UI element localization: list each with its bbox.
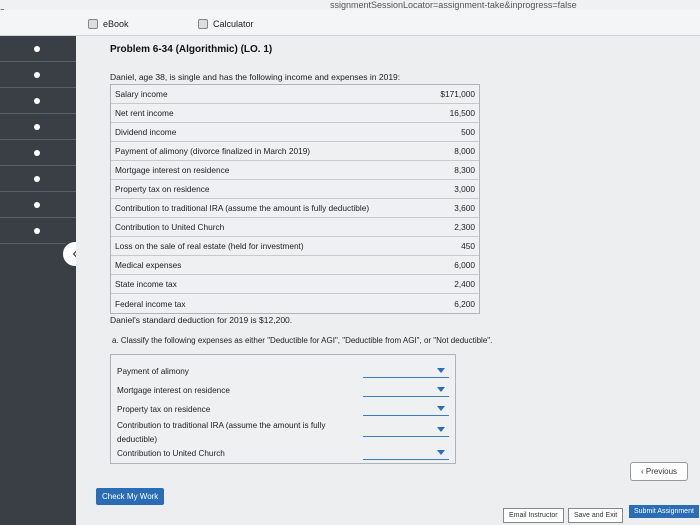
table-row: Salary income $171,000 (111, 85, 479, 104)
footer-bar: Email Instructor Save and Exit Submit As… (76, 505, 700, 525)
bullet-icon (34, 46, 40, 52)
tool-tab-bar: eBook Calculator (0, 10, 700, 36)
chevron-down-icon (437, 387, 445, 392)
item-label: Contribution to traditional IRA (assume … (115, 203, 370, 213)
item-label: Federal income tax (115, 298, 186, 309)
table-row: Contribution to United Church 2,300 (111, 218, 479, 237)
classification-dropdown[interactable] (363, 365, 449, 378)
expense-label: Contribution to traditional IRA (assume … (117, 421, 326, 444)
question-nav-sidebar (0, 36, 76, 525)
check-my-work-button[interactable]: Check My Work (96, 488, 165, 505)
item-label: Net rent income (115, 108, 174, 118)
item-amount: 450 (461, 241, 475, 251)
previous-button[interactable]: Previous (630, 462, 689, 481)
chevron-down-icon (437, 406, 445, 411)
bullet-icon (34, 150, 40, 156)
chevron-down-icon (437, 427, 445, 432)
item-amount: 2,400 (454, 279, 475, 289)
table-row: Net rent income 16,500 (111, 104, 479, 123)
bullet-icon (34, 176, 40, 182)
classification-dropdown[interactable] (363, 424, 449, 437)
item-label: Payment of alimony (divorce finalized in… (115, 146, 311, 156)
bullet-icon (34, 228, 40, 234)
problem-intro: Daniel, age 38, is single and has the fo… (110, 72, 401, 82)
expense-label: Payment of alimony (117, 367, 189, 376)
item-amount: 3,600 (454, 203, 475, 213)
table-row: Property tax on residence 3,000 (111, 180, 479, 199)
book-icon (88, 19, 98, 29)
expense-label: Contribution to United Church (117, 449, 225, 458)
bullet-icon (34, 202, 40, 208)
problem-title: Problem 6-34 (Algorithmic) (LO. 1) (110, 44, 273, 55)
browser-url-bar[interactable]: s ssignmentSessionLocator=assignment-tak… (0, 0, 700, 16)
table-row: Contribution to traditional IRA (assume … (111, 199, 479, 218)
item-amount: 6,200 (454, 298, 475, 309)
sidebar-item-1[interactable] (0, 36, 76, 62)
item-amount: 3,000 (454, 184, 475, 194)
item-amount: 2,300 (454, 222, 475, 232)
item-amount: 8,000 (454, 146, 475, 156)
chevron-down-icon (437, 450, 445, 455)
tab-calculator[interactable]: Calculator (198, 14, 254, 34)
chevron-down-icon (437, 368, 445, 373)
item-label: Salary income (115, 89, 168, 99)
sidebar-item-2[interactable] (0, 62, 76, 88)
item-label: Mortgage interest on residence (115, 165, 230, 175)
item-label: Property tax on residence (115, 184, 210, 194)
item-amount: 500 (461, 127, 475, 137)
item-label: State income tax (115, 279, 177, 289)
table-row: Payment of alimony (divorce finalized in… (111, 142, 479, 161)
expense-label: Mortgage interest on residence (117, 386, 230, 395)
bullet-icon (34, 124, 40, 130)
table-row: Federal income tax 6,200 (111, 294, 479, 313)
url-text[interactable]: ssignmentSessionLocator=assignment-take&… (330, 0, 577, 10)
question-a: a. Classify the following expenses as ei… (112, 336, 493, 345)
email-instructor-button[interactable]: Email Instructor (503, 508, 564, 523)
table-row: State income tax 2,400 (111, 275, 479, 294)
tab-ebook-label: eBook (103, 19, 129, 29)
classification-dropdown[interactable] (363, 384, 449, 397)
submit-assignment-button[interactable]: Submit Assignment (629, 505, 699, 518)
item-label: Dividend income (115, 127, 177, 137)
classification-table: Payment of alimony Mortgage interest on … (110, 354, 456, 464)
item-label: Loss on the sale of real estate (held fo… (115, 241, 304, 251)
sidebar-item-4[interactable] (0, 114, 76, 140)
table-row: Mortgage interest on residence 8,300 (111, 161, 479, 180)
save-and-exit-button[interactable]: Save and Exit (568, 508, 624, 523)
table-row: Dividend income 500 (111, 123, 479, 142)
item-amount: 8,300 (454, 165, 475, 175)
sidebar-item-5[interactable] (0, 140, 76, 166)
item-amount: $171,000 (440, 89, 475, 99)
tab-calculator-label: Calculator (213, 19, 254, 29)
standard-deduction-text: Daniel's standard deduction for 2019 is … (110, 315, 293, 325)
problem-panel: Problem 6-34 (Algorithmic) (LO. 1) Danie… (76, 36, 700, 525)
expense-label: Property tax on residence (117, 405, 211, 414)
classification-dropdown[interactable] (363, 447, 449, 460)
sidebar-item-7[interactable] (0, 192, 76, 218)
classification-dropdown[interactable] (363, 403, 449, 416)
bullet-icon (34, 72, 40, 78)
item-amount: 6,000 (454, 260, 475, 270)
sidebar-item-6[interactable] (0, 166, 76, 192)
sidebar-item-8[interactable] (0, 218, 76, 244)
bullet-icon (34, 98, 40, 104)
item-amount: 16,500 (449, 108, 475, 118)
calculator-icon (198, 19, 208, 29)
item-label: Medical expenses (115, 260, 182, 270)
item-label: Contribution to United Church (115, 222, 225, 232)
tab-ebook[interactable]: eBook (88, 14, 129, 34)
table-row: Loss on the sale of real estate (held fo… (111, 237, 479, 256)
table-row: Medical expenses 6,000 (111, 256, 479, 275)
income-expense-table: Salary income $171,000 Net rent income 16,… (110, 84, 480, 314)
sidebar-item-3[interactable] (0, 88, 76, 114)
